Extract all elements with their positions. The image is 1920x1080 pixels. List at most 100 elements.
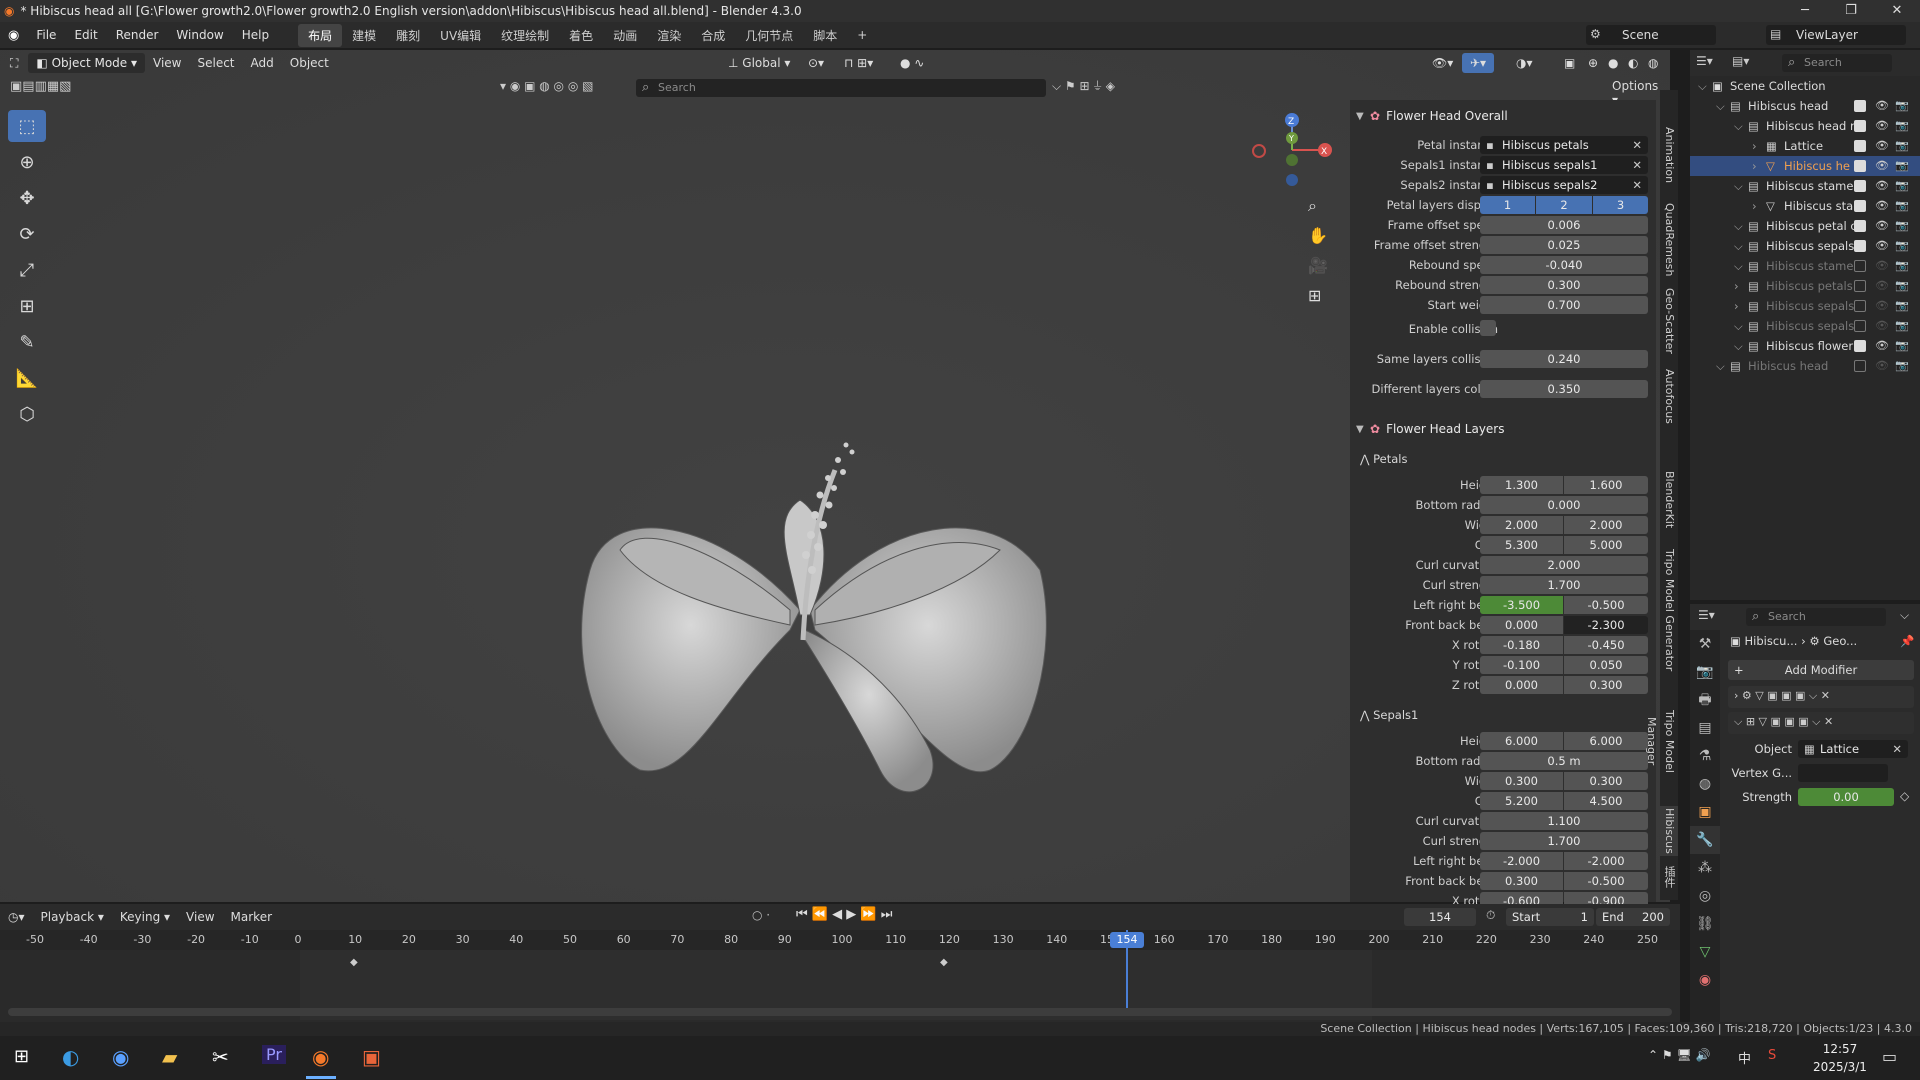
flower-head-overall-header[interactable]: ▼ ✿ Flower Head Overall bbox=[1356, 105, 1508, 127]
petals-y-rotate-min-field[interactable]: -0.100 bbox=[1480, 656, 1563, 674]
sepals1-width-min-field[interactable]: 0.300 bbox=[1480, 772, 1563, 790]
petals-width-min-field[interactable]: 2.000 bbox=[1480, 516, 1563, 534]
viewport-search-input[interactable]: Search bbox=[636, 79, 1046, 97]
modifier-controls-icons[interactable]: ⌵ ⊞ ▽ ▣ ▣ ▣ ⌵ ✕ bbox=[1734, 715, 1833, 729]
sepals1-curl-min-field[interactable]: 5.200 bbox=[1480, 792, 1563, 810]
tab-tripo-manager[interactable]: Tripo Model Manager bbox=[1645, 686, 1678, 796]
keyframe-icon[interactable]: ◇ bbox=[1900, 789, 1909, 803]
petals-x-rotate-max-field[interactable]: -0.450 bbox=[1564, 636, 1648, 654]
petals-front-back-bend-min-field[interactable]: 0.000 bbox=[1480, 616, 1563, 634]
editor-type-icon[interactable]: ☰▾ bbox=[1698, 608, 1715, 622]
petals-bottom-radian-field[interactable]: 0.000 bbox=[1480, 496, 1648, 514]
sepals1-front-back-bend-max-field[interactable]: -0.500 bbox=[1564, 872, 1648, 890]
pin-icon[interactable]: 📌 bbox=[1900, 634, 1914, 648]
stopwatch-icon[interactable]: ⏱ bbox=[1486, 908, 1495, 923]
visibility-eye-icon[interactable]: 👁 bbox=[1875, 116, 1889, 136]
end-frame-field[interactable]: End 200 bbox=[1596, 908, 1670, 926]
render-camera-icon[interactable]: 📷 bbox=[1895, 216, 1909, 236]
clear-icon[interactable]: ✕ bbox=[1632, 176, 1642, 194]
expand-arrow-icon[interactable]: › bbox=[1752, 196, 1757, 216]
expand-arrow-icon[interactable]: › bbox=[1734, 276, 1739, 296]
world-tab-icon[interactable]: ◍ bbox=[1690, 770, 1720, 798]
edge-browser-icon[interactable]: ◐ bbox=[62, 1045, 79, 1069]
expand-arrow-icon[interactable]: ⌵ bbox=[1698, 76, 1707, 96]
outliner-row[interactable]: › ▤ Hibiscus petals 👁 📷 bbox=[1690, 276, 1920, 296]
workspace-tab-animation[interactable]: 动画 bbox=[603, 24, 647, 47]
select-box-tool-icon[interactable]: ⬚ bbox=[8, 110, 46, 142]
capcut-icon[interactable]: ✂ bbox=[212, 1045, 229, 1069]
enable-collision-checkbox[interactable] bbox=[1480, 320, 1496, 336]
flower-head-layers-header[interactable]: ▼ ✿ Flower Head Layers bbox=[1356, 418, 1505, 440]
workspace-tab-compositing[interactable]: 合成 bbox=[691, 24, 735, 47]
visibility-eye-icon[interactable]: 👁 bbox=[1875, 236, 1889, 256]
workspace-tab-layout[interactable]: 布局 bbox=[298, 23, 343, 47]
sepals1-width-max-field[interactable]: 0.300 bbox=[1564, 772, 1648, 790]
view-menu[interactable]: View bbox=[145, 53, 189, 73]
render-camera-icon[interactable]: 📷 bbox=[1895, 176, 1909, 196]
zoom-icon[interactable]: ⌕ bbox=[1308, 196, 1332, 226]
maximize-button[interactable]: ❐ bbox=[1828, 0, 1874, 22]
blender-taskbar-icon[interactable]: ◉ bbox=[312, 1045, 329, 1069]
editor-type-icon[interactable]: ◷▾ bbox=[0, 910, 33, 924]
expand-arrow-icon[interactable]: ⌵ bbox=[1734, 316, 1743, 336]
navigation-gizmo[interactable]: Z Y X bbox=[1250, 110, 1340, 200]
start-frame-field[interactable]: Start 1 bbox=[1506, 908, 1594, 926]
render-camera-icon[interactable]: 📷 bbox=[1895, 316, 1909, 336]
close-window-button[interactable]: ✕ bbox=[1874, 0, 1920, 22]
filter-icons[interactable]: ▾ ◉ ▣ ◍ ◎ ◎ ▧ bbox=[500, 79, 593, 93]
outliner-row[interactable]: › ▦ Lattice 👁 📷 bbox=[1690, 136, 1920, 156]
transform-orientation-dropdown[interactable]: ⊥ Global ▾ bbox=[720, 53, 798, 73]
clear-icon[interactable]: ✕ bbox=[1632, 136, 1642, 154]
visibility-eye-icon[interactable]: 👁 bbox=[1875, 356, 1889, 376]
petals-width-max-field[interactable]: 2.000 bbox=[1564, 516, 1648, 534]
petals-front-back-bend-max-field[interactable]: -2.300 bbox=[1564, 616, 1648, 634]
scene-selector[interactable]: ⚙ Scene bbox=[1586, 25, 1716, 45]
render-camera-icon[interactable]: 📷 bbox=[1895, 276, 1909, 296]
render-tab-icon[interactable]: 📷 bbox=[1690, 658, 1720, 686]
gizmo-toggle-icon[interactable]: ✈▾ bbox=[1462, 53, 1495, 73]
tab-plugin[interactable]: 插件 bbox=[1660, 862, 1678, 892]
data-tab-icon[interactable]: ▽ bbox=[1690, 938, 1720, 966]
expand-arrow-icon[interactable]: ⌵ bbox=[1716, 356, 1725, 376]
tab-geo-scatter[interactable]: Geo-Scatter bbox=[1660, 286, 1678, 356]
exclude-checkbox[interactable] bbox=[1854, 120, 1866, 132]
render-camera-icon[interactable]: 📷 bbox=[1895, 296, 1909, 316]
visibility-eye-icon[interactable]: 👁 bbox=[1875, 176, 1889, 196]
keying-menu[interactable]: Keying ▾ bbox=[112, 907, 178, 927]
chevron-down-icon[interactable]: ⌵ bbox=[1900, 608, 1909, 623]
keyframe-icon[interactable]: ◆ bbox=[350, 957, 358, 968]
outliner-row[interactable]: › ▽ Hibiscus he 👁 📷 bbox=[1690, 156, 1920, 176]
menu-window[interactable]: Window bbox=[167, 28, 232, 42]
petals-height-min-field[interactable]: 1.300 bbox=[1480, 476, 1563, 494]
add-menu[interactable]: Add bbox=[243, 53, 282, 73]
view-layer-tab-icon[interactable]: ▤ bbox=[1690, 714, 1720, 742]
premiere-pro-icon[interactable]: Pr bbox=[262, 1045, 286, 1064]
move-tool-icon[interactable]: ✥ bbox=[8, 182, 46, 214]
overall-start-weight-field[interactable]: 0.700 bbox=[1480, 296, 1648, 314]
sepals1-left-right-bend-min-field[interactable]: -2.000 bbox=[1480, 852, 1563, 870]
visibility-eye-icon[interactable]: 👁 bbox=[1875, 216, 1889, 236]
display-mode-icon[interactable]: ☰▾ bbox=[1696, 54, 1713, 68]
petals-height-max-field[interactable]: 1.600 bbox=[1564, 476, 1648, 494]
visibility-icon[interactable]: 👁▾ bbox=[1424, 53, 1461, 73]
visibility-eye-icon[interactable]: 👁 bbox=[1875, 156, 1889, 176]
exclude-checkbox[interactable] bbox=[1854, 160, 1866, 172]
material-tab-icon[interactable]: ◉ bbox=[1690, 966, 1720, 994]
expand-arrow-icon[interactable]: ⌵ bbox=[1734, 116, 1743, 136]
render-camera-icon[interactable]: 📷 bbox=[1895, 116, 1909, 136]
petals-curl-min-field[interactable]: 5.300 bbox=[1480, 536, 1563, 554]
add-workspace-button[interactable]: + bbox=[847, 25, 877, 45]
object-tab-icon[interactable]: ▣ bbox=[1690, 798, 1720, 826]
petal-layer-2-toggle[interactable]: 2 bbox=[1536, 196, 1592, 214]
object-menu[interactable]: Object bbox=[282, 53, 337, 73]
strength-field[interactable]: 0.00 bbox=[1798, 788, 1894, 806]
petals-left-right-bend-min-field[interactable]: -3.500 bbox=[1480, 596, 1563, 614]
outliner-row[interactable]: ⌵ ▤ Hibiscus sepals 👁 📷 bbox=[1690, 316, 1920, 336]
tab-autofocus[interactable]: Autofocus bbox=[1660, 366, 1678, 426]
output-tab-icon[interactable]: 🖶 bbox=[1690, 686, 1720, 714]
particles-tab-icon[interactable]: ⁂ bbox=[1690, 854, 1720, 882]
menu-help[interactable]: Help bbox=[233, 28, 278, 42]
playback-menu[interactable]: Playback ▾ bbox=[33, 907, 112, 927]
proportional-edit-icon[interactable]: ● ∿ bbox=[892, 53, 932, 73]
sepals1-bottom-radian-field[interactable]: 0.5 m bbox=[1480, 752, 1648, 770]
